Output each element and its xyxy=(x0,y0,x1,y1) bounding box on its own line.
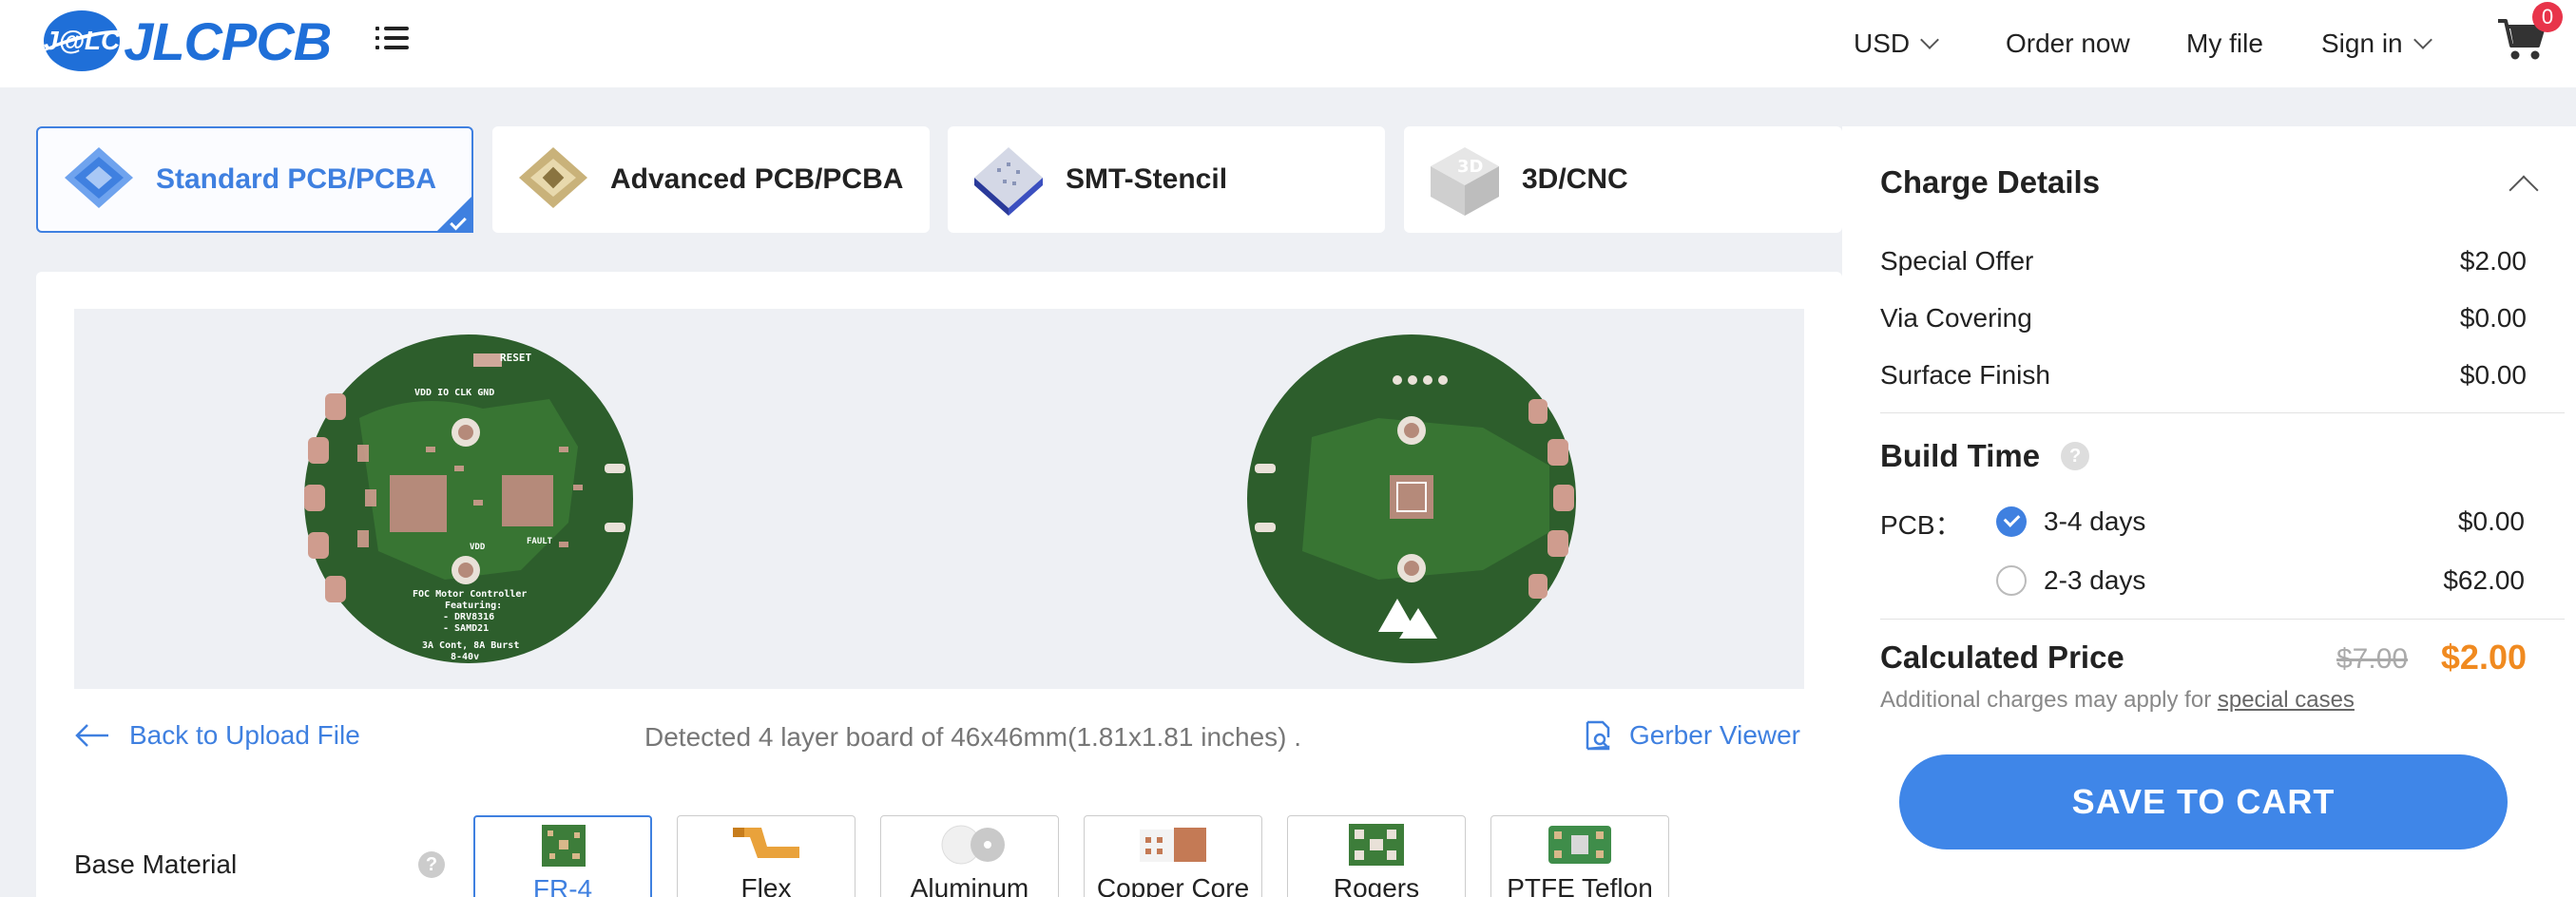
material-label: Flex xyxy=(740,873,792,897)
divider xyxy=(1880,619,2565,620)
divider xyxy=(1880,412,2565,413)
tab-label: 3D/CNC xyxy=(1522,163,1628,195)
tab-label: Standard PCB/PCBA xyxy=(156,163,437,195)
back-to-upload-link[interactable]: Back to Upload File xyxy=(74,720,360,751)
material-label: Aluminum xyxy=(910,873,1029,897)
tab-smt-stencil[interactable]: SMT-Stencil xyxy=(948,126,1385,233)
material-ptfe-teflon[interactable]: PTFE Teflon xyxy=(1490,815,1669,897)
copper-core-image xyxy=(1140,828,1206,862)
material-label: FR-4 xyxy=(532,874,593,897)
gerber-label: Gerber Viewer xyxy=(1629,720,1801,750)
logo-text: JLCPCB xyxy=(124,10,332,71)
fr4-image xyxy=(542,825,586,867)
silk-drv: - DRV8316 xyxy=(443,612,494,622)
aluminum-image xyxy=(941,825,1005,865)
option-label[interactable]: 2-3 days xyxy=(2044,565,2145,596)
charge-row-special-offer: Special Offer $2.00 xyxy=(1880,246,2527,277)
silk-featuring: Featuring: xyxy=(445,600,502,611)
note-text: Additional charges may apply for xyxy=(1880,687,2218,713)
silk-title: FOC Motor Controller xyxy=(413,589,527,600)
ptfe-teflon-image xyxy=(1548,826,1611,864)
help-icon[interactable]: ? xyxy=(2061,442,2090,470)
logo-badge: J@LC xyxy=(44,10,121,71)
my-file-link[interactable]: My file xyxy=(2186,25,2263,63)
silk-current: 3A Cont, 8A Burst xyxy=(422,640,519,651)
option-price: $62.00 xyxy=(2443,565,2525,595)
charge-details-panel: Charge Details Special Offer $2.00 Via C… xyxy=(1842,126,2576,897)
charge-label: Surface Finish xyxy=(1880,360,2050,390)
material-fr4[interactable]: FR-4 xyxy=(473,815,652,897)
silk-fault: FAULT xyxy=(527,537,553,546)
build-time-label: Build Time xyxy=(1880,438,2041,473)
silk-pins: VDD IO CLK GND xyxy=(414,388,494,398)
rogers-image xyxy=(1349,824,1404,866)
pcb-front-image: RESET VDD IO CLK GND FAULT VDD FOC Motor… xyxy=(304,334,633,663)
charge-value: $0.00 xyxy=(2459,303,2527,333)
flex-image xyxy=(733,828,799,858)
detected-info: Detected 4 layer board of 46x46mm(1.81x1… xyxy=(644,722,1302,752)
original-price: $7.00 xyxy=(2336,643,2409,675)
standard-pcb-icon xyxy=(65,147,133,208)
build-time-title: Build Time ? xyxy=(1880,438,2090,474)
sign-in-label: Sign in xyxy=(2321,29,2403,58)
silk-samd: - SAMD21 xyxy=(443,623,489,634)
cart-count-badge: 0 xyxy=(2532,2,2563,32)
3d-cnc-icon: 3D xyxy=(1431,147,1499,216)
charge-row-surface-finish: Surface Finish $0.00 xyxy=(1880,360,2527,391)
svg-text:3D: 3D xyxy=(1457,157,1483,177)
jlcpcb-logo[interactable]: J@LC JLCPCB xyxy=(44,8,332,74)
charge-details-title: Charge Details xyxy=(1880,164,2101,200)
pcb-preview: RESET VDD IO CLK GND FAULT VDD FOC Motor… xyxy=(74,309,1804,689)
charge-label: Special Offer xyxy=(1880,246,2034,276)
gerber-viewer-link[interactable]: Gerber Viewer xyxy=(1582,720,1800,751)
arrow-left-icon xyxy=(75,724,108,747)
pcb-build-label: PCB： xyxy=(1880,510,1962,540)
top-header: J@LC JLCPCB USD Order now My file Sign i… xyxy=(0,0,2576,87)
currency-select[interactable]: USD xyxy=(1854,25,1940,63)
tab-3d-cnc[interactable]: 3D 3D/CNC xyxy=(1404,126,1842,233)
chevron-down-icon xyxy=(1920,30,1940,49)
sign-in-menu[interactable]: Sign in xyxy=(2321,25,2432,63)
material-flex[interactable]: Flex xyxy=(677,815,855,897)
pcb-back-image xyxy=(1247,334,1576,663)
back-label: Back to Upload File xyxy=(129,720,360,750)
document-search-icon xyxy=(1586,720,1610,751)
smt-stencil-icon xyxy=(974,147,1043,216)
calculated-price-title: Calculated Price xyxy=(1880,639,2124,675)
silk-reset: RESET xyxy=(500,352,531,364)
order-now-link[interactable]: Order now xyxy=(2006,25,2130,63)
material-label: PTFE Teflon xyxy=(1507,873,1653,897)
base-material-label: Base Material xyxy=(74,849,238,879)
silk-vdd: VDD xyxy=(470,543,486,552)
material-rogers[interactable]: Rogers xyxy=(1287,815,1466,897)
save-to-cart-button[interactable]: SAVE TO CART xyxy=(1899,754,2508,849)
silk-voltage: 8-40v xyxy=(451,652,479,662)
tab-label: SMT-Stencil xyxy=(1066,163,1228,195)
advanced-pcb-icon xyxy=(519,147,587,208)
discounted-price: $2.00 xyxy=(2440,638,2527,677)
option-price: $0.00 xyxy=(2457,506,2525,536)
chevron-up-icon[interactable] xyxy=(2509,175,2539,205)
charge-value: $0.00 xyxy=(2459,360,2527,390)
currency-label: USD xyxy=(1854,29,1911,58)
additional-charges-note: Additional charges may apply for special… xyxy=(1880,687,2355,714)
charge-value: $2.00 xyxy=(2459,246,2527,276)
charge-label: Via Covering xyxy=(1880,303,2032,333)
option-label[interactable]: 3-4 days xyxy=(2044,506,2145,537)
tab-advanced-pcb[interactable]: Advanced PCB/PCBA xyxy=(492,126,930,233)
chevron-down-icon xyxy=(2413,30,2432,49)
charge-row-via-covering: Via Covering $0.00 xyxy=(1880,303,2527,334)
radio-3-4-days[interactable] xyxy=(1996,506,2027,537)
material-aluminum[interactable]: Aluminum xyxy=(880,815,1059,897)
special-cases-link[interactable]: special cases xyxy=(2218,687,2355,713)
help-icon[interactable]: ? xyxy=(418,851,445,878)
menu-icon[interactable] xyxy=(375,23,409,53)
tab-label: Advanced PCB/PCBA xyxy=(610,163,904,195)
material-label: Rogers xyxy=(1333,873,1420,897)
radio-2-3-days[interactable] xyxy=(1996,565,2027,596)
tab-standard-pcb[interactable]: Standard PCB/PCBA xyxy=(36,126,473,233)
material-copper-core[interactable]: Copper Core xyxy=(1084,815,1262,897)
material-label: Copper Core xyxy=(1096,873,1250,897)
